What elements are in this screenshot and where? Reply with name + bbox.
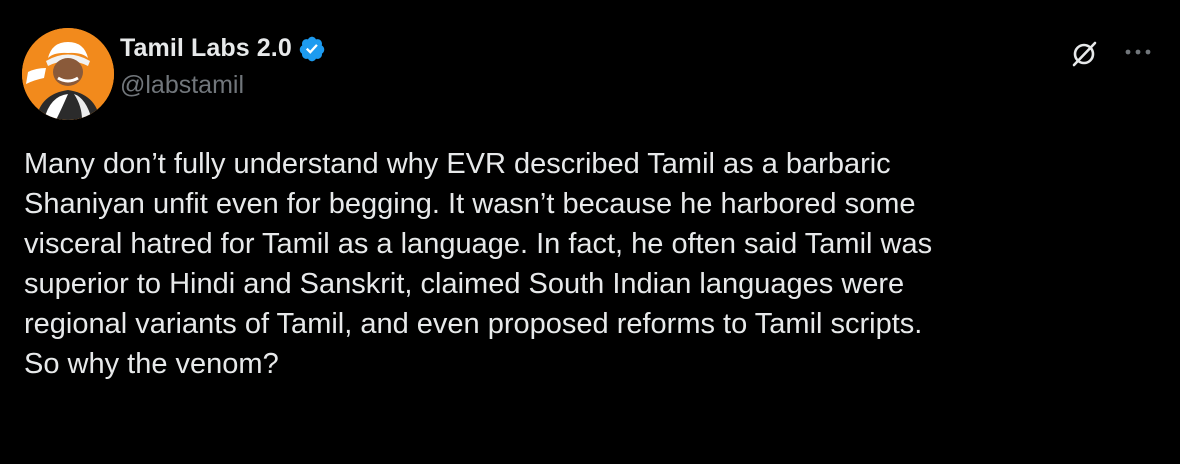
avatar-portrait-icon bbox=[22, 28, 114, 120]
verified-badge-icon bbox=[299, 36, 325, 61]
author-display-name[interactable]: Tamil Labs 2.0 bbox=[120, 34, 292, 63]
grok-button[interactable] bbox=[1064, 34, 1104, 74]
tweet-text: Many don’t fully understand why EVR desc… bbox=[24, 148, 933, 380]
grok-icon bbox=[1072, 41, 1097, 67]
more-options-button[interactable] bbox=[1116, 34, 1160, 70]
author-name-row: Tamil Labs 2.0 bbox=[120, 34, 326, 63]
avatar[interactable] bbox=[22, 28, 114, 120]
author-block: Tamil Labs 2.0 @labstamil bbox=[120, 34, 326, 100]
more-icon bbox=[1125, 49, 1151, 55]
author-handle[interactable]: @labstamil bbox=[120, 71, 326, 100]
